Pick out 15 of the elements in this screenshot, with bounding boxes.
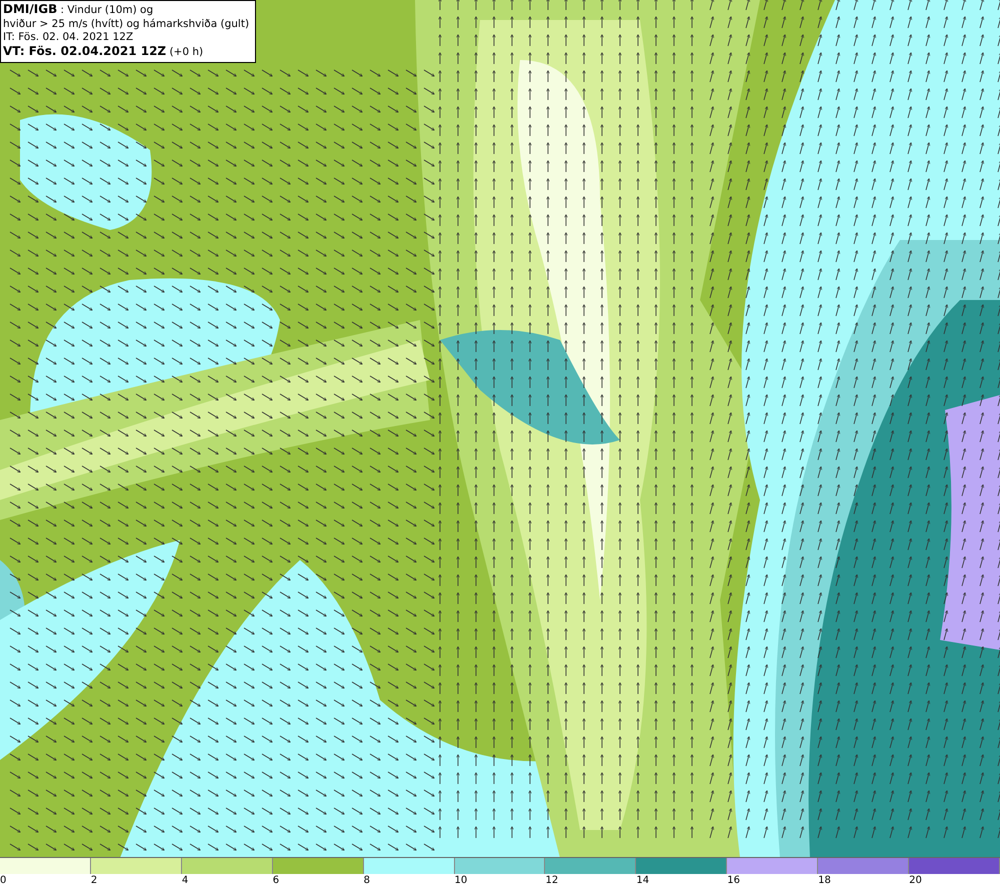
legend-label: 16 [727,874,740,887]
title-line: DMI/IGB : Vindur (10m) og [3,3,154,18]
legend-label: 10 [454,874,468,887]
legend-label: 0 [0,874,6,887]
legend-label: 14 [636,874,650,887]
title-line: VT: Fös. 02.04.2021 12Z (+0 h) [3,44,204,59]
legend-label: 12 [545,874,558,887]
legend-label: 2 [90,874,98,887]
legend-label: 6 [272,874,280,887]
title-line: IT: Fös. 02. 04. 2021 12Z [3,31,134,44]
legend-label: 18 [818,874,831,887]
legend-label: 4 [182,874,188,887]
legend-label: 20 [909,874,922,887]
legend-label: 8 [364,874,370,887]
title-line: hviður > 25 m/s (hvítt) og hámarkshviða (gult) [3,18,250,31]
